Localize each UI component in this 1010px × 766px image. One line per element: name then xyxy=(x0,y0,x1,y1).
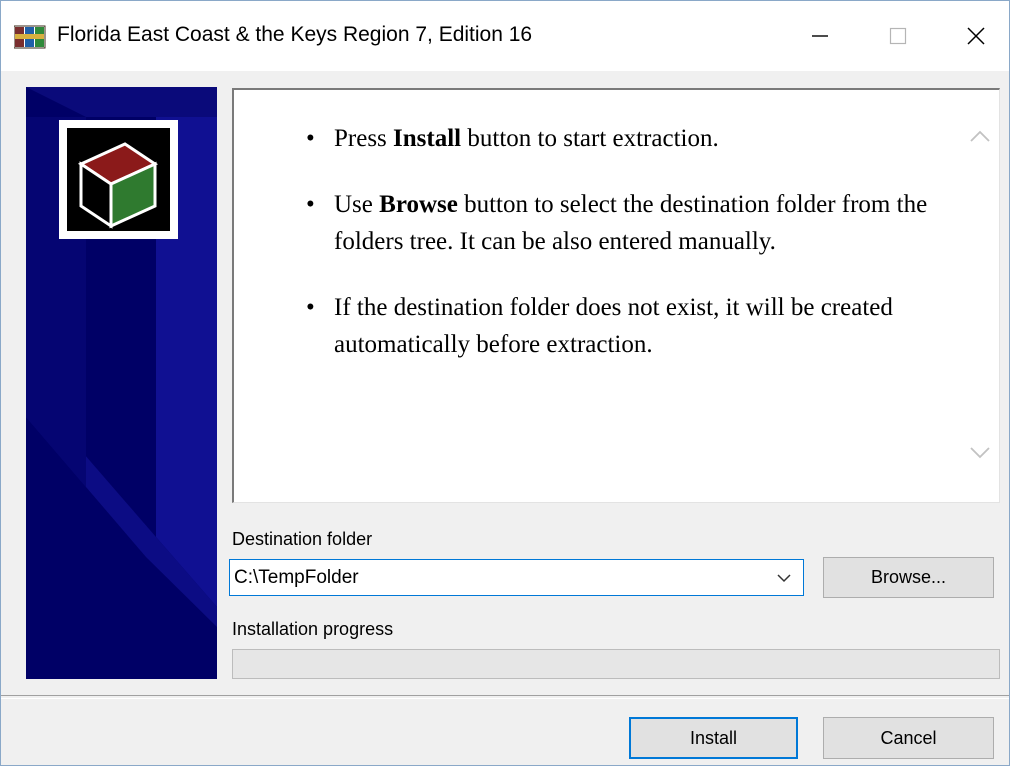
title-bar[interactable]: Florida East Coast & the Keys Region 7, … xyxy=(1,1,1009,71)
cancel-button[interactable]: Cancel xyxy=(823,717,994,759)
browse-button[interactable]: Browse... xyxy=(823,557,994,598)
installer-window: Florida East Coast & the Keys Region 7, … xyxy=(0,0,1010,766)
close-icon xyxy=(967,27,985,45)
destination-folder-label: Destination folder xyxy=(232,529,373,549)
window-title: Florida East Coast & the Keys Region 7, … xyxy=(57,23,533,46)
installation-progress-bar xyxy=(232,649,1000,679)
winrar-sfx-icon xyxy=(14,25,46,49)
install-button[interactable]: Install xyxy=(629,717,798,759)
archive-box-icon xyxy=(77,142,159,229)
minimize-icon xyxy=(812,35,828,37)
side-banner xyxy=(26,87,217,679)
scroll-up-icon[interactable] xyxy=(969,128,991,144)
footer-divider xyxy=(1,695,1009,699)
instructions-panel[interactable]: Press Install button to start extraction… xyxy=(232,88,1000,503)
instruction-item: Use Browse button to select the destinat… xyxy=(304,186,964,260)
scroll-down-icon[interactable] xyxy=(969,445,991,461)
instruction-item: If the destination folder does not exist… xyxy=(304,289,964,363)
destination-folder-value: C:\TempFolder xyxy=(234,567,359,588)
instruction-item: Press Install button to start extraction… xyxy=(304,120,964,157)
maximize-icon xyxy=(889,27,907,45)
instructions-list: Press Install button to start extraction… xyxy=(304,120,964,392)
installation-progress-label: Installation progress xyxy=(232,619,394,639)
logo-frame xyxy=(59,120,178,239)
close-button[interactable] xyxy=(937,1,1010,71)
chevron-down-icon[interactable] xyxy=(775,570,793,586)
minimize-button[interactable] xyxy=(781,1,859,71)
logo-background xyxy=(67,128,170,231)
destination-folder-combobox[interactable]: C:\TempFolder xyxy=(229,559,804,596)
maximize-button[interactable] xyxy=(859,1,937,71)
